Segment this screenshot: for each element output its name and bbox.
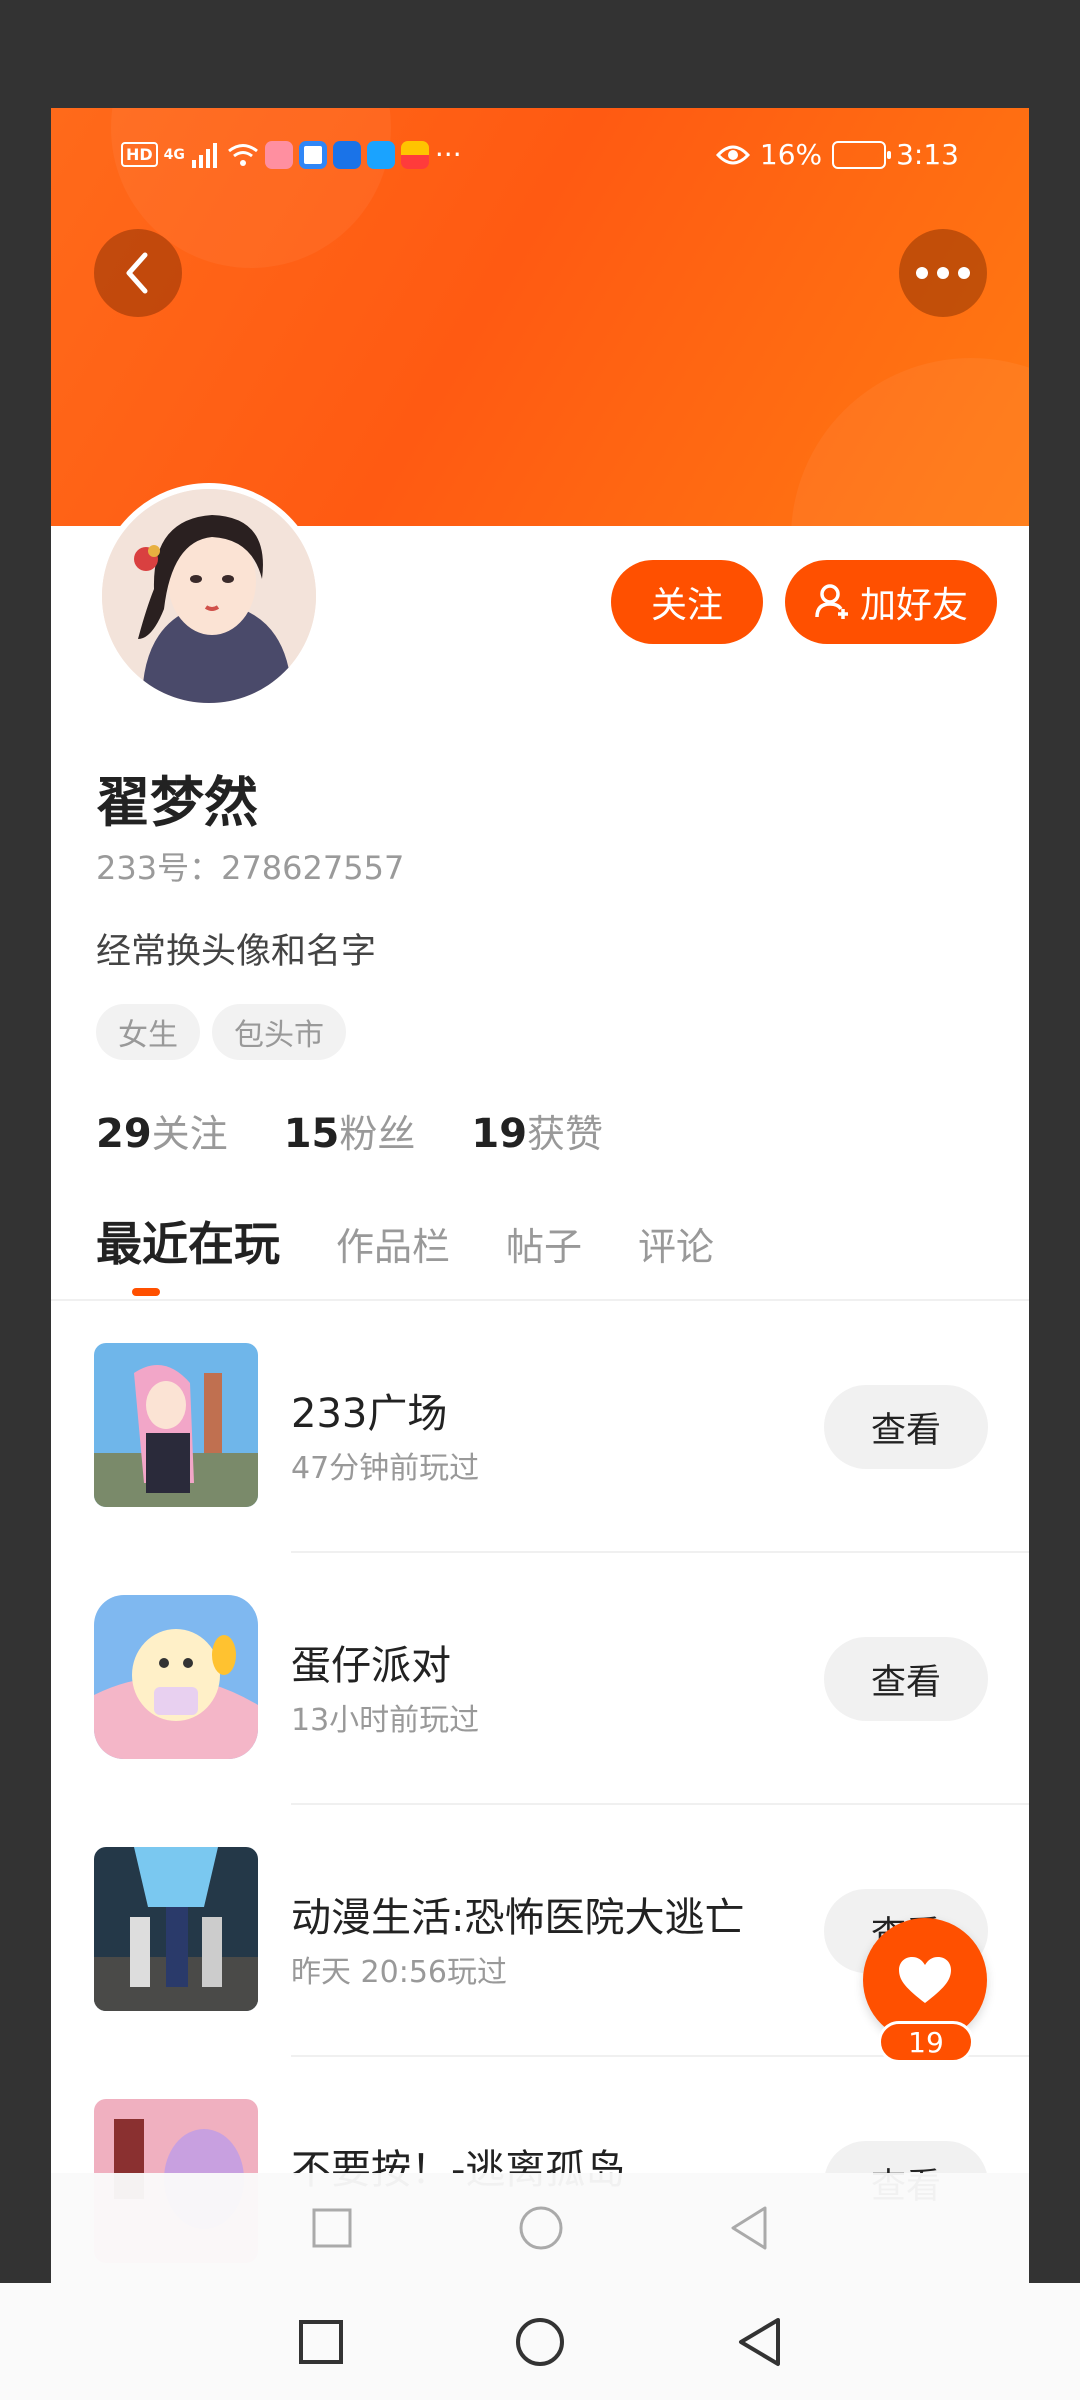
stat-following[interactable]: 29关注	[96, 1103, 228, 1158]
game-thumbnail	[94, 1847, 258, 2011]
inner-navigation-bar	[51, 2173, 1029, 2283]
network-type: 4G	[163, 146, 185, 163]
game-name: 233广场	[291, 1391, 448, 1437]
avatar-image	[102, 489, 316, 703]
more-options-button[interactable]	[899, 229, 987, 317]
view-button[interactable]: 查看	[824, 1385, 988, 1469]
eye-icon	[715, 145, 750, 164]
stat-followers[interactable]: 15粉丝	[284, 1103, 416, 1158]
tab-posts[interactable]: 帖子	[506, 1216, 582, 1271]
add-friend-label: 加好友	[859, 585, 968, 626]
game-last-played: 47分钟前玩过	[291, 1451, 480, 1486]
signal-icon	[191, 142, 217, 168]
more-dots-icon	[916, 267, 970, 279]
app-notification-icon	[400, 140, 429, 169]
tab-recently-played[interactable]: 最近在玩	[96, 1208, 280, 1274]
stat-number: 29	[96, 1111, 152, 1157]
add-user-icon	[815, 584, 848, 619]
app-notification-icon	[298, 140, 327, 169]
app-notification-icon	[264, 140, 293, 169]
game-last-played: 昨天 20:56玩过	[291, 1955, 507, 1990]
profile-tags: 女生 包头市	[96, 1004, 346, 1060]
profile-header-banner: HD 4G ··· 16% 3:13	[51, 108, 1029, 526]
chevron-left-icon	[126, 252, 148, 294]
more-notifications-icon: ···	[434, 138, 462, 171]
tab-works[interactable]: 作品栏	[336, 1216, 450, 1271]
game-thumbnail	[94, 1595, 258, 1759]
clock: 3:13	[896, 138, 959, 171]
back-button[interactable]	[94, 229, 182, 317]
follow-label: 关注	[650, 585, 723, 626]
game-last-played: 13小时前玩过	[291, 1703, 480, 1738]
game-name: 动漫生活:恐怖医院大逃亡	[291, 1895, 745, 1941]
tab-comments[interactable]: 评论	[638, 1216, 714, 1271]
view-button[interactable]: 查看	[824, 1637, 988, 1721]
stat-label: 获赞	[527, 1112, 604, 1156]
profile-stats: 29关注 15粉丝 19获赞	[96, 1103, 603, 1158]
home-icon[interactable]	[518, 2205, 564, 2251]
username: 翟梦然	[96, 771, 258, 834]
stat-number: 15	[283, 1111, 340, 1157]
wifi-icon	[227, 143, 258, 166]
list-item[interactable]: 蛋仔派对 13小时前玩过 查看	[51, 1553, 1029, 1805]
avatar[interactable]	[96, 483, 322, 709]
app-notification-icon	[366, 140, 395, 169]
stat-number: 19	[471, 1111, 528, 1157]
game-thumbnail	[94, 1343, 258, 1507]
list-item[interactable]: 233广场 47分钟前玩过 查看	[51, 1301, 1029, 1553]
follow-button[interactable]: 关注	[611, 560, 763, 644]
status-bar: HD 4G ··· 16% 3:13	[51, 138, 1029, 178]
user-id: 233号：278627557	[96, 849, 405, 887]
back-triangle-icon[interactable]	[729, 2205, 769, 2251]
stat-label: 粉丝	[339, 1112, 416, 1156]
stat-label: 关注	[151, 1112, 228, 1156]
recents-icon[interactable]	[311, 2207, 353, 2249]
profile-tabs: 最近在玩 作品栏 帖子 评论	[96, 1208, 714, 1274]
recents-icon[interactable]	[298, 2319, 344, 2365]
tag-city: 包头市	[212, 1004, 346, 1060]
hd-icon: HD	[121, 142, 158, 167]
heart-icon	[899, 1957, 951, 2003]
user-bio: 经常换头像和名字	[96, 932, 377, 972]
battery-icon	[832, 140, 892, 169]
like-count-badge: 19	[878, 2021, 974, 2063]
app-screen: HD 4G ··· 16% 3:13 关注 加好友 翟梦然 233号：27862…	[51, 108, 1029, 2283]
app-notification-icon	[332, 140, 361, 169]
active-tab-indicator	[132, 1288, 160, 1296]
tag-gender: 女生	[96, 1004, 200, 1060]
add-friend-button[interactable]: 加好友	[785, 560, 997, 644]
stat-likes[interactable]: 19获赞	[471, 1103, 603, 1158]
back-triangle-icon[interactable]	[736, 2316, 782, 2368]
system-navigation-bar	[0, 2283, 1080, 2400]
home-icon[interactable]	[514, 2316, 566, 2368]
game-name: 蛋仔派对	[291, 1643, 451, 1689]
battery-percent: 16%	[759, 138, 823, 171]
